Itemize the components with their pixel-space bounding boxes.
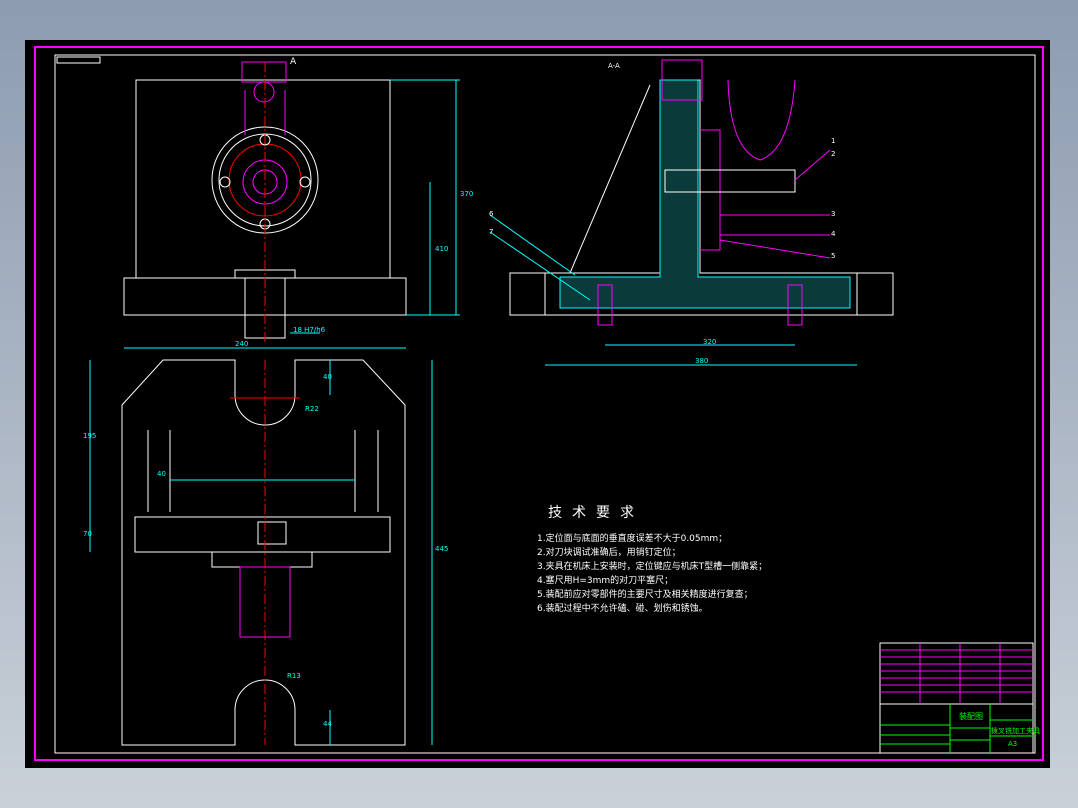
section-mark: A bbox=[290, 57, 297, 67]
balloon-3: 3 bbox=[831, 210, 836, 218]
drawing-name: 装配图 bbox=[959, 712, 983, 721]
requirement-6: 6.装配过程中不允许磕、碰、划伤和锈蚀。 bbox=[537, 604, 708, 614]
balloon-1: 1 bbox=[831, 137, 836, 145]
dim-195: 195 bbox=[83, 432, 97, 440]
balloon-2: 2 bbox=[831, 150, 836, 158]
outer-border bbox=[34, 46, 1044, 761]
dim-240: 240 bbox=[235, 340, 249, 348]
dim-370: 370 bbox=[460, 190, 474, 198]
requirement-2: 2.对刀块调试准确后，用销钉定位； bbox=[537, 548, 681, 558]
top-view bbox=[121, 359, 406, 746]
requirement-3: 3.夹具在机床上安装时，定位键应与机床T型槽一侧靠紧； bbox=[537, 562, 768, 572]
dim-70: 70 bbox=[83, 530, 92, 538]
balloon-7: 7 bbox=[489, 228, 494, 236]
corner-box bbox=[56, 56, 101, 64]
dimensions-front bbox=[124, 79, 460, 349]
title-block bbox=[879, 642, 1034, 754]
balloon-5: 5 bbox=[831, 252, 836, 260]
fit-lower: h6 bbox=[316, 326, 326, 334]
dim-445: 445 bbox=[435, 545, 449, 553]
dim-410: 410 bbox=[435, 245, 449, 253]
cad-drawing bbox=[34, 46, 1044, 761]
sheet-size: A3 bbox=[1008, 740, 1018, 748]
dim-40: 40 bbox=[323, 373, 332, 381]
requirement-4: 4.塞尺用H=3mm的对刀平塞尺； bbox=[537, 576, 674, 586]
balloon-4: 4 bbox=[831, 230, 836, 238]
dim-44: 44 bbox=[323, 720, 332, 728]
dim-r13: R13 bbox=[287, 672, 301, 680]
fit-dimension: 18 H7/h6 bbox=[293, 326, 326, 334]
inner-frame bbox=[54, 54, 1036, 754]
dim-r22: R22 bbox=[305, 405, 319, 413]
fit-size: 18 bbox=[293, 326, 302, 334]
dim-320: 320 bbox=[703, 338, 717, 346]
balloon-6: 6 bbox=[489, 210, 494, 218]
drawing-canvas[interactable]: A A-A 18 H7/h6 370 410 240 320 380 40 19… bbox=[25, 40, 1050, 768]
requirements-title: 技术要求 bbox=[548, 505, 644, 521]
part-name: 拨叉铣加工夹具 bbox=[991, 727, 1040, 735]
dim-380: 380 bbox=[695, 357, 709, 365]
requirement-1: 1.定位面与底面的垂直度误差不大于0.05mm； bbox=[537, 534, 728, 544]
requirement-5: 5.装配前应对零部件的主要尺寸及相关精度进行复查； bbox=[537, 590, 753, 600]
dim-40b: 40 bbox=[157, 470, 166, 478]
section-view-label: A-A bbox=[608, 62, 620, 70]
fit-upper: H7 bbox=[304, 326, 314, 334]
leaders bbox=[719, 149, 831, 259]
front-view bbox=[123, 61, 407, 345]
